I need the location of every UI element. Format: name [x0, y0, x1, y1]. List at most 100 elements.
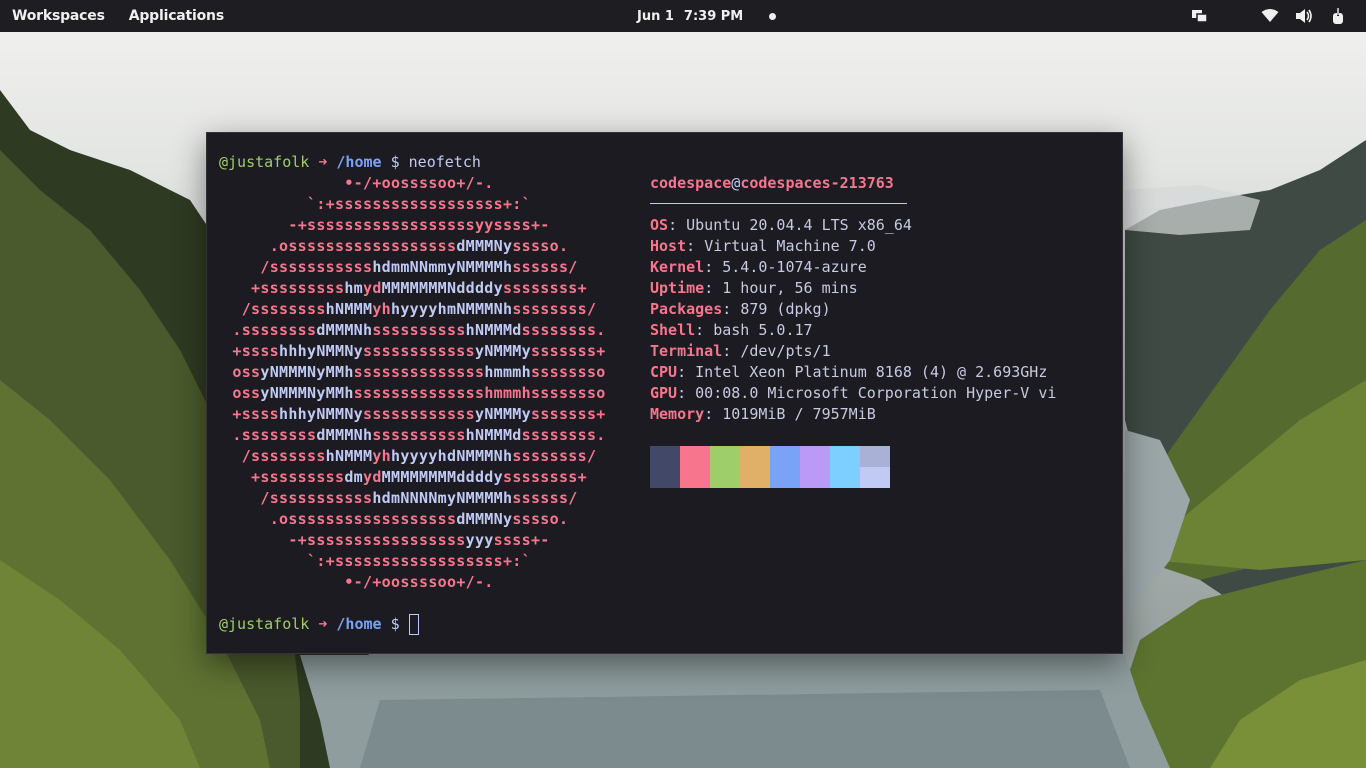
terminal-body: @justafolk ➜ /home $ neofetch •-/+oossss… [219, 152, 1110, 635]
info-value: 00:08.0 Microsoft Corporation Hyper-V vi [695, 384, 1057, 402]
info-row: CPU: Intel Xeon Platinum 8168 (4) @ 2.69… [650, 363, 1048, 381]
logo-segment: MMMMMMMNddddy [381, 279, 503, 297]
logo-segment: dMMMNy [456, 237, 513, 255]
logo-segment: •-/+oossssoo+/-. [344, 573, 494, 591]
active-prompt-line[interactable]: @justafolk ➜ /home $ [219, 614, 419, 635]
prompt-dollar: $ [390, 153, 400, 171]
terminal-window[interactable]: @justafolk ➜ /home $ neofetch •-/+oossss… [206, 132, 1123, 654]
info-separator [650, 194, 1056, 215]
info-value: 1019MiB / 7957MiB [722, 405, 876, 423]
logo-segment: .ssssssss [232, 321, 317, 339]
info-value: bash 5.0.17 [713, 321, 813, 339]
logo-segment: ssssssssssss [363, 405, 475, 423]
logo-segment: ssssssss/ [512, 300, 597, 318]
logo-line: /ssssssssssshdmmNNmmyNMMMMhssssss/ [219, 257, 619, 278]
logo-segment: oss [232, 384, 261, 402]
logo-segment: dMMMNy [456, 510, 513, 528]
prompt-user: @justafolk [219, 615, 310, 633]
logo-line: -+sssssssssssssssssyyyssss+- [219, 530, 619, 551]
wifi-icon[interactable] [1260, 6, 1280, 26]
system-info: codespace@codespaces-213763 OS: Ubuntu 2… [650, 173, 1056, 425]
prompt-dollar: $ [390, 615, 400, 633]
logo-segment: hhhyNMMNy [279, 342, 363, 360]
screens-icon[interactable] [1190, 6, 1210, 26]
info-value: Ubuntu 20.04.4 LTS x86_64 [686, 216, 912, 234]
panel-date: Jun 1 [637, 8, 674, 24]
logo-segment: yNMMMy [474, 405, 531, 423]
info-key: OS [650, 216, 669, 234]
color-swatch [830, 446, 860, 488]
logo-segment: hNMMMd [465, 321, 522, 339]
logo-segment: sssssss+ [530, 342, 606, 360]
logo-segment: MMMMMMMMddddy [381, 468, 503, 486]
info-value: Intel Xeon Platinum 8168 (4) @ 2.693GHz [695, 363, 1048, 381]
color-swatch [650, 446, 680, 488]
panel-time: 7:39 PM [683, 8, 744, 24]
logo-line: `:+ssssssssssssssssss+:` [219, 194, 619, 215]
info-value: 879 (dpkg) [740, 300, 831, 318]
logo-segment: sssssssssssssshmmmhssssssso [353, 384, 606, 402]
clock-button[interactable]: Jun 1 7:39 PM [637, 0, 777, 32]
logo-line: /ssssssssssshdmNNNNmyNMMMMhssssss/ [219, 488, 619, 509]
command-line: @justafolk ➜ /home $ neofetch [219, 152, 1110, 173]
info-row: Uptime: 1 hour, 56 mins [650, 279, 858, 297]
logo-segment: +sssssssss [251, 468, 345, 486]
info-key: Shell [650, 321, 696, 339]
logo-segment: ssssssss. [521, 426, 606, 444]
info-row: Terminal: /dev/pts/1 [650, 342, 831, 360]
info-title-host: codespaces-213763 [740, 174, 894, 192]
info-rows: OS: Ubuntu 20.04.4 LTS x86_64 Host: Virtu… [650, 215, 1056, 425]
logo-line: +sssshhhyNMMNyssssssssssssyNMMMysssssss+ [219, 404, 619, 425]
info-value: /dev/pts/1 [740, 342, 831, 360]
info-key: Memory [650, 405, 705, 423]
logo-segment: hNMMMd [465, 426, 522, 444]
color-swatch [860, 446, 890, 488]
logo-line: ossyNMMMNyMMhsssssssssssssshmmmhssssssso [219, 362, 619, 383]
logo-segment: sssssss+ [530, 405, 606, 423]
logo-segment: yh [372, 447, 391, 465]
prompt-directory: /home [336, 153, 382, 171]
info-value: Virtual Machine 7.0 [704, 237, 876, 255]
logo-segment: ssssssso [530, 363, 606, 381]
color-palette [650, 446, 890, 488]
info-title: codespace@codespaces-213763 [650, 173, 1056, 194]
logo-segment: hyyyyhmNMMMNh [391, 300, 513, 318]
logo-segment: /ssssssss [241, 447, 326, 465]
logo-segment: ssssssssss [372, 426, 466, 444]
logo-segment: hdmmNNmmyNMMMMh [372, 258, 513, 276]
logo-segment: yNMMMy [474, 342, 531, 360]
info-key: GPU [650, 384, 678, 402]
info-row: Memory: 1019MiB / 7957MiB [650, 405, 876, 423]
logo-line: .ossssssssssssssssssdMMMNysssso. [219, 236, 619, 257]
logo-segment: oss [232, 363, 261, 381]
power-icon[interactable] [1328, 6, 1348, 26]
logo-segment: +ssss [232, 342, 280, 360]
info-key: Packages [650, 300, 723, 318]
logo-segment: ssss+- [493, 531, 550, 549]
volume-icon[interactable] [1294, 6, 1314, 26]
ubuntu-ascii-logo: •-/+oossssoo+/-. `:+ssssssssssssssssss+:`… [219, 173, 619, 593]
logo-segment: .ossssssssssssssssss [269, 510, 457, 528]
logo-line: ossyNMMMNyMMhsssssssssssssshmmmhssssssso [219, 383, 619, 404]
prompt-directory: /home [336, 615, 382, 633]
logo-segment: ssssss/ [512, 258, 578, 276]
logo-line: `:+ssssssssssssssssss+:` [219, 551, 619, 572]
logo-segment: ssssssss+ [502, 468, 587, 486]
workspaces-button[interactable]: Workspaces [12, 8, 105, 24]
logo-segment: .ssssssss [232, 426, 317, 444]
logo-segment: -+sssssssssssssssss [288, 531, 466, 549]
logo-segment: hNMMM [325, 300, 373, 318]
color-swatch [680, 446, 710, 488]
logo-segment: dMMMNh [316, 426, 373, 444]
command-text: neofetch [408, 153, 481, 171]
logo-segment: dMMMNh [316, 321, 373, 339]
info-key: Host [650, 237, 687, 255]
info-row: Kernel: 5.4.0-1074-azure [650, 258, 867, 276]
logo-segment: dm [344, 468, 363, 486]
panel-left-group: Workspaces Applications [12, 0, 224, 32]
applications-button[interactable]: Applications [129, 8, 224, 24]
info-title-at: @ [731, 174, 741, 192]
info-key: Kernel [650, 258, 705, 276]
logo-segment: ssssssssssssss [353, 363, 485, 381]
logo-segment: ssssssssss [372, 321, 466, 339]
